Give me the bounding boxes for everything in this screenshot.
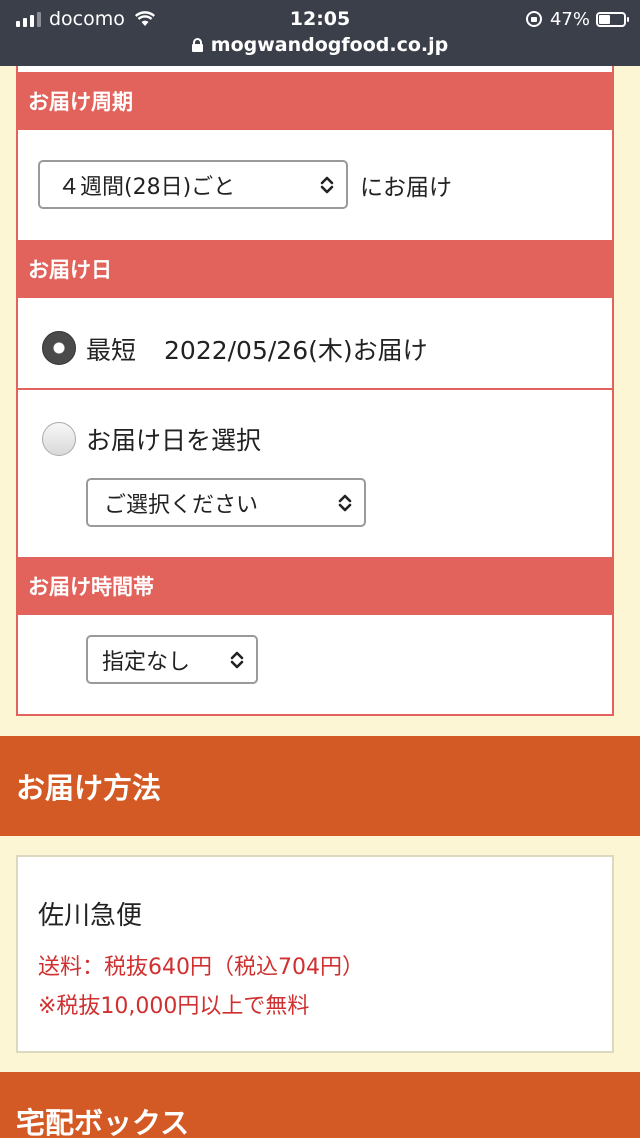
radio-select-date-label: お届け日を選択	[86, 426, 262, 455]
chevron-updown-icon	[230, 651, 244, 668]
divider	[18, 388, 612, 390]
battery-percent: 47%	[549, 8, 590, 30]
chevron-updown-icon	[320, 176, 334, 193]
battery-level	[599, 14, 610, 24]
delivery-method-card: 佐川急便 送料：税抜640円（税込704円） ※税抜10,000円以上で無料	[16, 855, 614, 1053]
radio-earliest[interactable]	[42, 331, 76, 365]
delivery-cycle-value: ４週間(28日)ごと	[58, 174, 236, 200]
status-right: 47%	[525, 8, 629, 30]
carrier-name: 佐川急便	[38, 901, 143, 931]
chevron-updown-icon	[338, 494, 352, 511]
earliest-date: 2022/05/26(木)お届け	[164, 336, 428, 365]
delivery-cycle-suffix: にお届け	[360, 175, 452, 201]
address-bar[interactable]: mogwandogfood.co.jp	[0, 34, 640, 56]
lock-icon	[191, 38, 203, 52]
delivery-date-select[interactable]: ご選択ください	[86, 478, 366, 527]
free-shipping-note: ※税抜10,000円以上で無料	[38, 994, 310, 1019]
delivery-date-placeholder: ご選択ください	[104, 492, 259, 518]
delivery-cycle-header: お届け周期	[18, 72, 612, 130]
delivery-time-value: 指定なし	[102, 649, 191, 675]
delivery-settings-card: お届け周期 ４週間(28日)ごと にお届け お届け日 最短 2022/05/26(…	[16, 66, 614, 716]
delivery-time-header: お届け時間帯	[18, 557, 612, 615]
delivery-date-header: お届け日	[18, 240, 612, 298]
battery-icon	[596, 11, 629, 27]
radio-select-date[interactable]	[42, 422, 76, 456]
url-text: mogwandogfood.co.jp	[210, 34, 449, 56]
delivery-box-band: 宅配ボックス	[0, 1072, 640, 1138]
delivery-method-band: お届け方法	[0, 736, 640, 836]
status-bar: docomo 12:05 47% mogwandogfood.co.jp	[0, 0, 640, 66]
rotation-lock-icon	[525, 11, 542, 27]
earliest-option-label: 最短	[86, 336, 137, 365]
radio-earliest-label: 最短 2022/05/26(木)お届け	[86, 331, 428, 367]
shipping-fee: 送料：税抜640円（税込704円）	[38, 955, 364, 980]
delivery-time-select[interactable]: 指定なし	[86, 635, 258, 684]
delivery-box-title: 宅配ボックス	[16, 1106, 190, 1138]
delivery-cycle-select[interactable]: ４週間(28日)ごと	[38, 160, 348, 209]
